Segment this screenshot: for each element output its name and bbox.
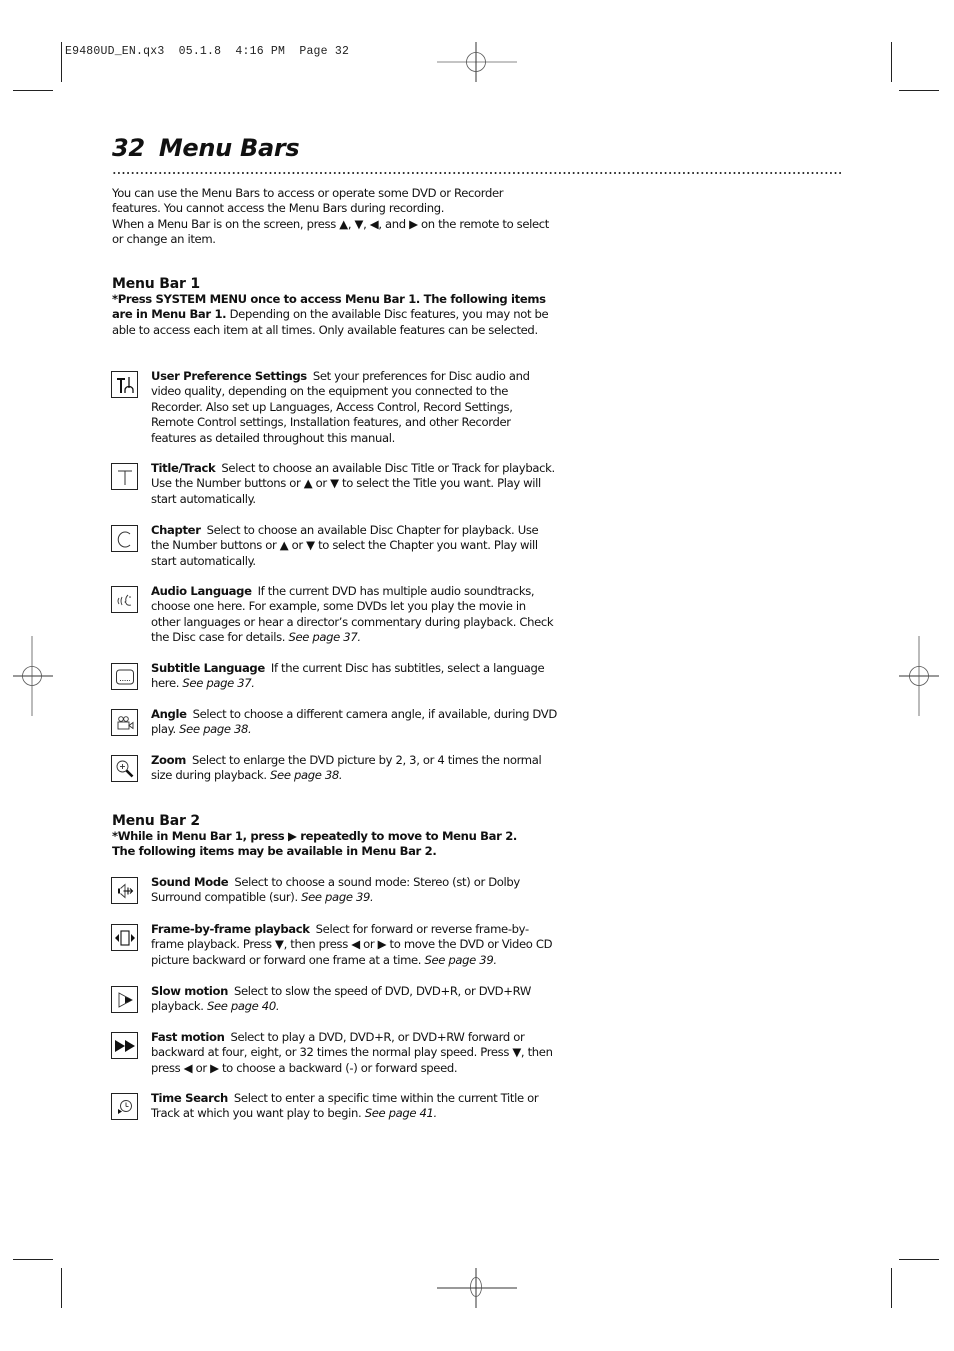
menu-bar-1-section: Menu Bar 1 *Press SYSTEM MENU once to ac…	[112, 276, 562, 338]
list-item: Slow motion Select to slow the speed of D…	[111, 984, 557, 1015]
crop-mark	[13, 1259, 53, 1261]
section-heading: Menu Bar 2	[112, 813, 200, 829]
page-reference: See page 38.	[179, 722, 252, 737]
list-item: Fast motion Select to play a DVD, DVD+R, …	[111, 1030, 557, 1076]
intro-paragraph: You can use the Menu Bars to access or o…	[112, 186, 504, 216]
fast-motion-icon	[111, 1032, 138, 1059]
list-item: Zoom Select to enlarge the DVD picture by…	[111, 753, 557, 784]
slow-motion-icon	[111, 986, 138, 1013]
arrow-down-icon: ▼	[354, 216, 364, 231]
section-instruction: *Press SYSTEM MENU once to access Menu B…	[112, 292, 549, 337]
list-item: Subtitle Language If the current Disc has…	[111, 661, 557, 692]
section-instruction: *While in Menu Bar 1, press ▶ repeatedly…	[112, 829, 517, 859]
list-item: Audio Language If the current DVD has mul…	[111, 584, 557, 646]
registration-mark-right	[899, 636, 939, 716]
page-title-text: Menu Bars	[158, 134, 300, 162]
frame-by-frame-icon	[111, 924, 138, 951]
print-slug: E9480UD_EN.qx3 05.1.8 4:16 PM Page 32	[65, 45, 350, 58]
list-item: Sound Mode Select to choose a sound mode:…	[111, 875, 557, 906]
arrow-left-icon: ◀	[369, 216, 379, 231]
sound-mode-icon	[111, 877, 138, 904]
registration-mark-bottom	[437, 1268, 517, 1308]
menu-bar-2-section: Menu Bar 2 *While in Menu Bar 1, press ▶…	[112, 813, 562, 860]
crop-mark	[61, 1268, 63, 1308]
arrow-up-icon: ▲	[339, 216, 348, 231]
list-item: Chapter Select to choose an available Dis…	[111, 523, 557, 569]
list-item: Frame-by-frame playback Select for forwar…	[111, 922, 557, 968]
zoom-icon	[111, 755, 138, 782]
intro-paragraph-arrows: When a Menu Bar is on the screen, press …	[112, 216, 549, 247]
intro: You can use the Menu Bars to access or o…	[112, 186, 552, 248]
title-track-icon	[111, 463, 138, 490]
crop-mark	[899, 1259, 939, 1261]
crop-mark	[61, 42, 63, 82]
chapter-icon	[111, 525, 138, 552]
audio-language-icon	[111, 586, 138, 613]
list-item: Title/Track Select to choose an available…	[111, 461, 557, 507]
section-heading: Menu Bar 1	[112, 276, 200, 292]
list-item: Time Search Select to enter a specific ti…	[111, 1091, 557, 1122]
time-search-icon	[111, 1093, 138, 1120]
page-reference: See page 37.	[288, 630, 361, 645]
page-number: 32	[112, 134, 145, 162]
crop-mark	[891, 1268, 893, 1308]
list-item: Angle Select to choose a different camera…	[111, 707, 557, 738]
arrow-right-icon: ▶	[409, 216, 418, 231]
registration-mark-top	[437, 42, 517, 82]
crop-mark	[899, 90, 939, 92]
dotted-rule	[112, 171, 843, 175]
registration-mark-left	[13, 636, 53, 716]
page-reference: See page 38.	[270, 768, 343, 783]
crop-mark	[13, 90, 53, 92]
user-preference-settings-icon	[111, 371, 138, 398]
page-reference: See page 39.	[301, 890, 374, 905]
page-title: 32 Menu Bars	[112, 134, 300, 162]
crop-mark	[891, 42, 893, 82]
list-item: User Preference Settings Set your prefere…	[111, 369, 557, 446]
page-reference: See page 40.	[206, 999, 280, 1014]
angle-camera-icon	[111, 709, 138, 736]
page-reference: See page 39.	[424, 952, 497, 967]
subtitle-language-icon	[111, 663, 138, 690]
page-reference: See page 41.	[364, 1106, 438, 1121]
page-reference: See page 37.	[182, 676, 255, 691]
